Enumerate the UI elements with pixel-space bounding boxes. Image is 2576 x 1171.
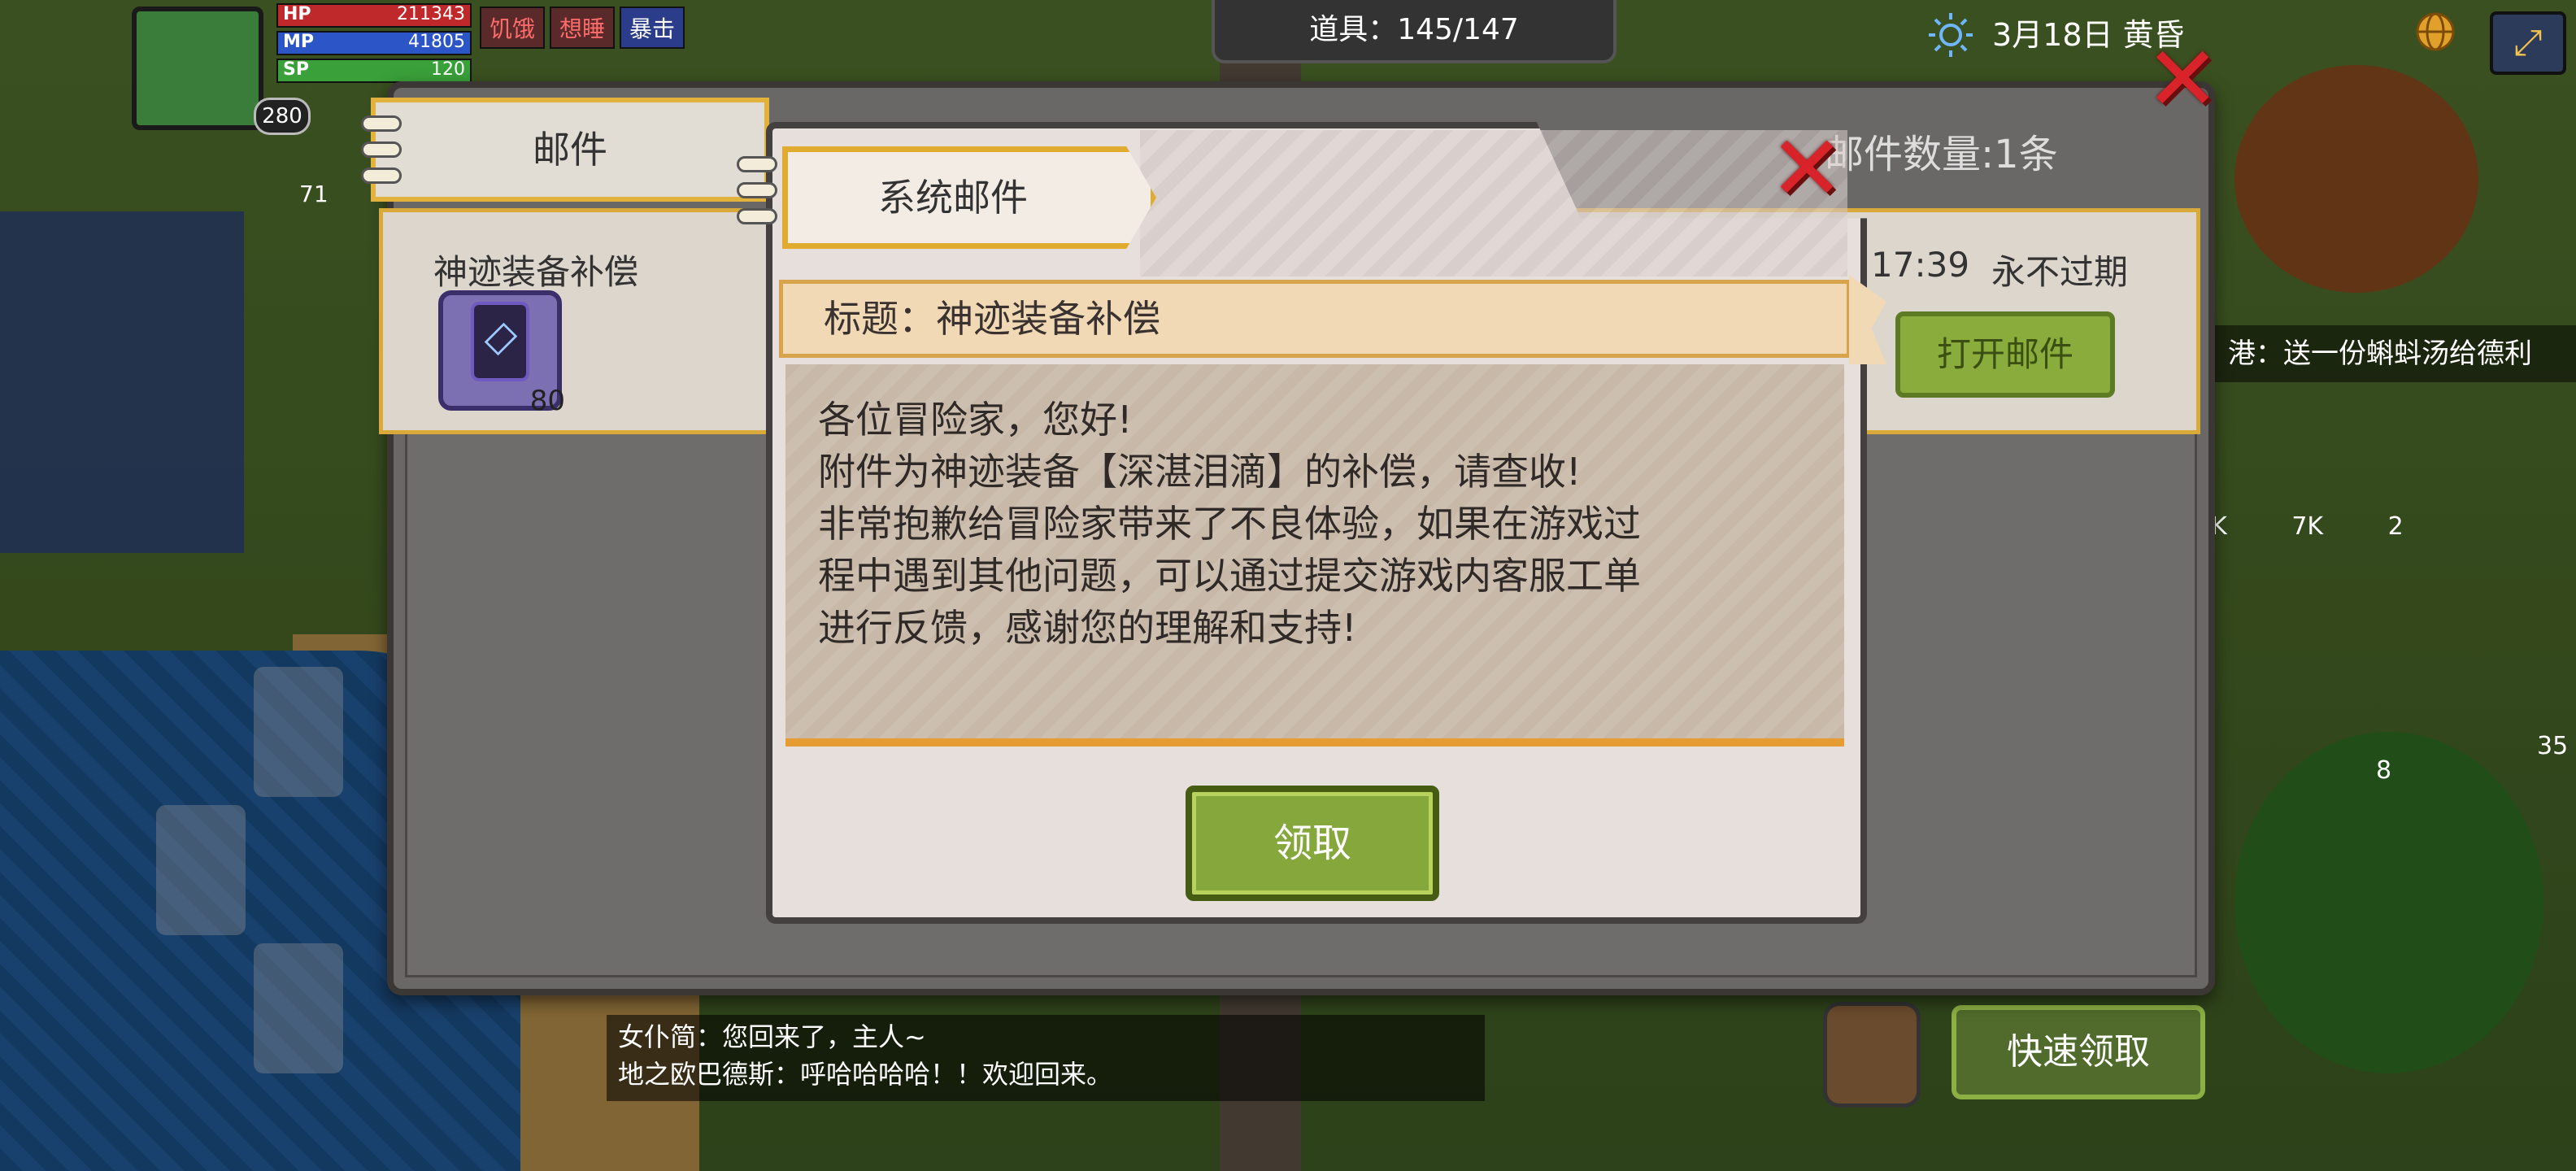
mail-body-panel: 各位冒险家，您好! 附件为神迹装备【深湛泪滴】的补偿，请查收! 非常抱歉给冒险家… — [785, 364, 1844, 747]
globe-icon[interactable] — [2415, 11, 2456, 52]
stat-bars: HP 211343 MP 41805 SP 120 — [276, 3, 472, 86]
attachment-slot[interactable]: 80 — [438, 290, 565, 417]
dpad-left[interactable] — [156, 805, 246, 935]
teardrop-gem-icon — [471, 302, 529, 381]
quick-claim-button[interactable]: 快速领取 — [1952, 1005, 2205, 1099]
dpad-up[interactable] — [254, 667, 343, 797]
mp-label: MP — [283, 32, 315, 52]
close-mail-window-icon[interactable]: ✕ — [2145, 34, 2220, 124]
resize-icon[interactable]: ⤢ — [2490, 11, 2566, 75]
open-mail-button[interactable]: 打开邮件 — [1895, 311, 2115, 398]
chat-line: 女仆简：您回来了，主人~ — [618, 1021, 926, 1052]
item-count-scroll: 8 — [2376, 756, 2392, 785]
hp-label: HP — [283, 4, 311, 24]
status-sleepy[interactable]: 想睡 — [550, 7, 616, 49]
skill-count: 71 — [299, 181, 329, 207]
player-level-badge: 280 — [254, 98, 311, 135]
inventory-count[interactable]: 道具：145/147 — [1212, 0, 1617, 63]
chat-line: 地之欧巴德斯：呼哈哈哈哈！！欢迎回来。 — [618, 1059, 1113, 1090]
sun-icon — [1929, 13, 1973, 57]
chat-log: 女仆简：您回来了，主人~ 地之欧巴德斯：呼哈哈哈哈！！欢迎回来。 — [607, 1015, 1485, 1101]
hp-bar: HP 211343 — [276, 3, 472, 28]
tab-system-mail-label: 系统邮件 — [878, 176, 1028, 220]
dialog-pattern — [1140, 130, 1847, 276]
sp-label: SP — [283, 59, 309, 80]
mp-bar: MP 41805 — [276, 31, 472, 55]
currency-count-b: 7K — [2291, 512, 2324, 541]
mail-item-time: 17:39 — [1871, 245, 1970, 285]
player-avatar[interactable] — [132, 7, 263, 130]
mail-subject: 标题：神迹装备补偿 — [824, 297, 1160, 341]
status-effects: 饥饿 想睡 暴击 — [480, 7, 685, 49]
status-hungry[interactable]: 饥饿 — [480, 7, 546, 49]
currency-count-c: 2 — [2387, 512, 2404, 541]
attachment-qty: 80 — [529, 385, 565, 417]
mp-value: 41805 — [408, 32, 465, 52]
mail-item-title: 神迹装备补偿 — [433, 252, 639, 292]
tab-system-mail[interactable]: 系统邮件 — [782, 146, 1156, 249]
mail-body-text: 各位冒险家，您好! 附件为神迹装备【深湛泪滴】的补偿，请查收! 非常抱歉给冒险家… — [818, 398, 1641, 650]
tab-mail-label: 邮件 — [533, 128, 607, 172]
hp-value: 211343 — [397, 4, 465, 24]
item-count-potion: 35 — [2537, 732, 2569, 760]
sp-bar: SP 120 — [276, 59, 472, 83]
mail-subject-ribbon: 标题：神迹装备补偿 — [779, 280, 1851, 358]
mail-item-expiry: 永不过期 — [1991, 252, 2129, 292]
claim-button[interactable]: 领取 — [1186, 786, 1439, 901]
quest-tracker[interactable]: 港：送一份蝌蚪汤给德利 — [2212, 325, 2576, 382]
binder-rings — [737, 156, 777, 234]
dpad-down[interactable] — [254, 943, 343, 1073]
tab-mail[interactable]: 邮件 — [361, 98, 769, 202]
sp-value: 120 — [431, 59, 465, 80]
backpack-icon[interactable] — [1823, 1002, 1921, 1108]
status-crit[interactable]: 暴击 — [620, 7, 685, 49]
close-dialog-icon[interactable]: ✕ — [1769, 124, 1844, 213]
currency-counts: 7K 7K 2 — [2195, 512, 2461, 541]
